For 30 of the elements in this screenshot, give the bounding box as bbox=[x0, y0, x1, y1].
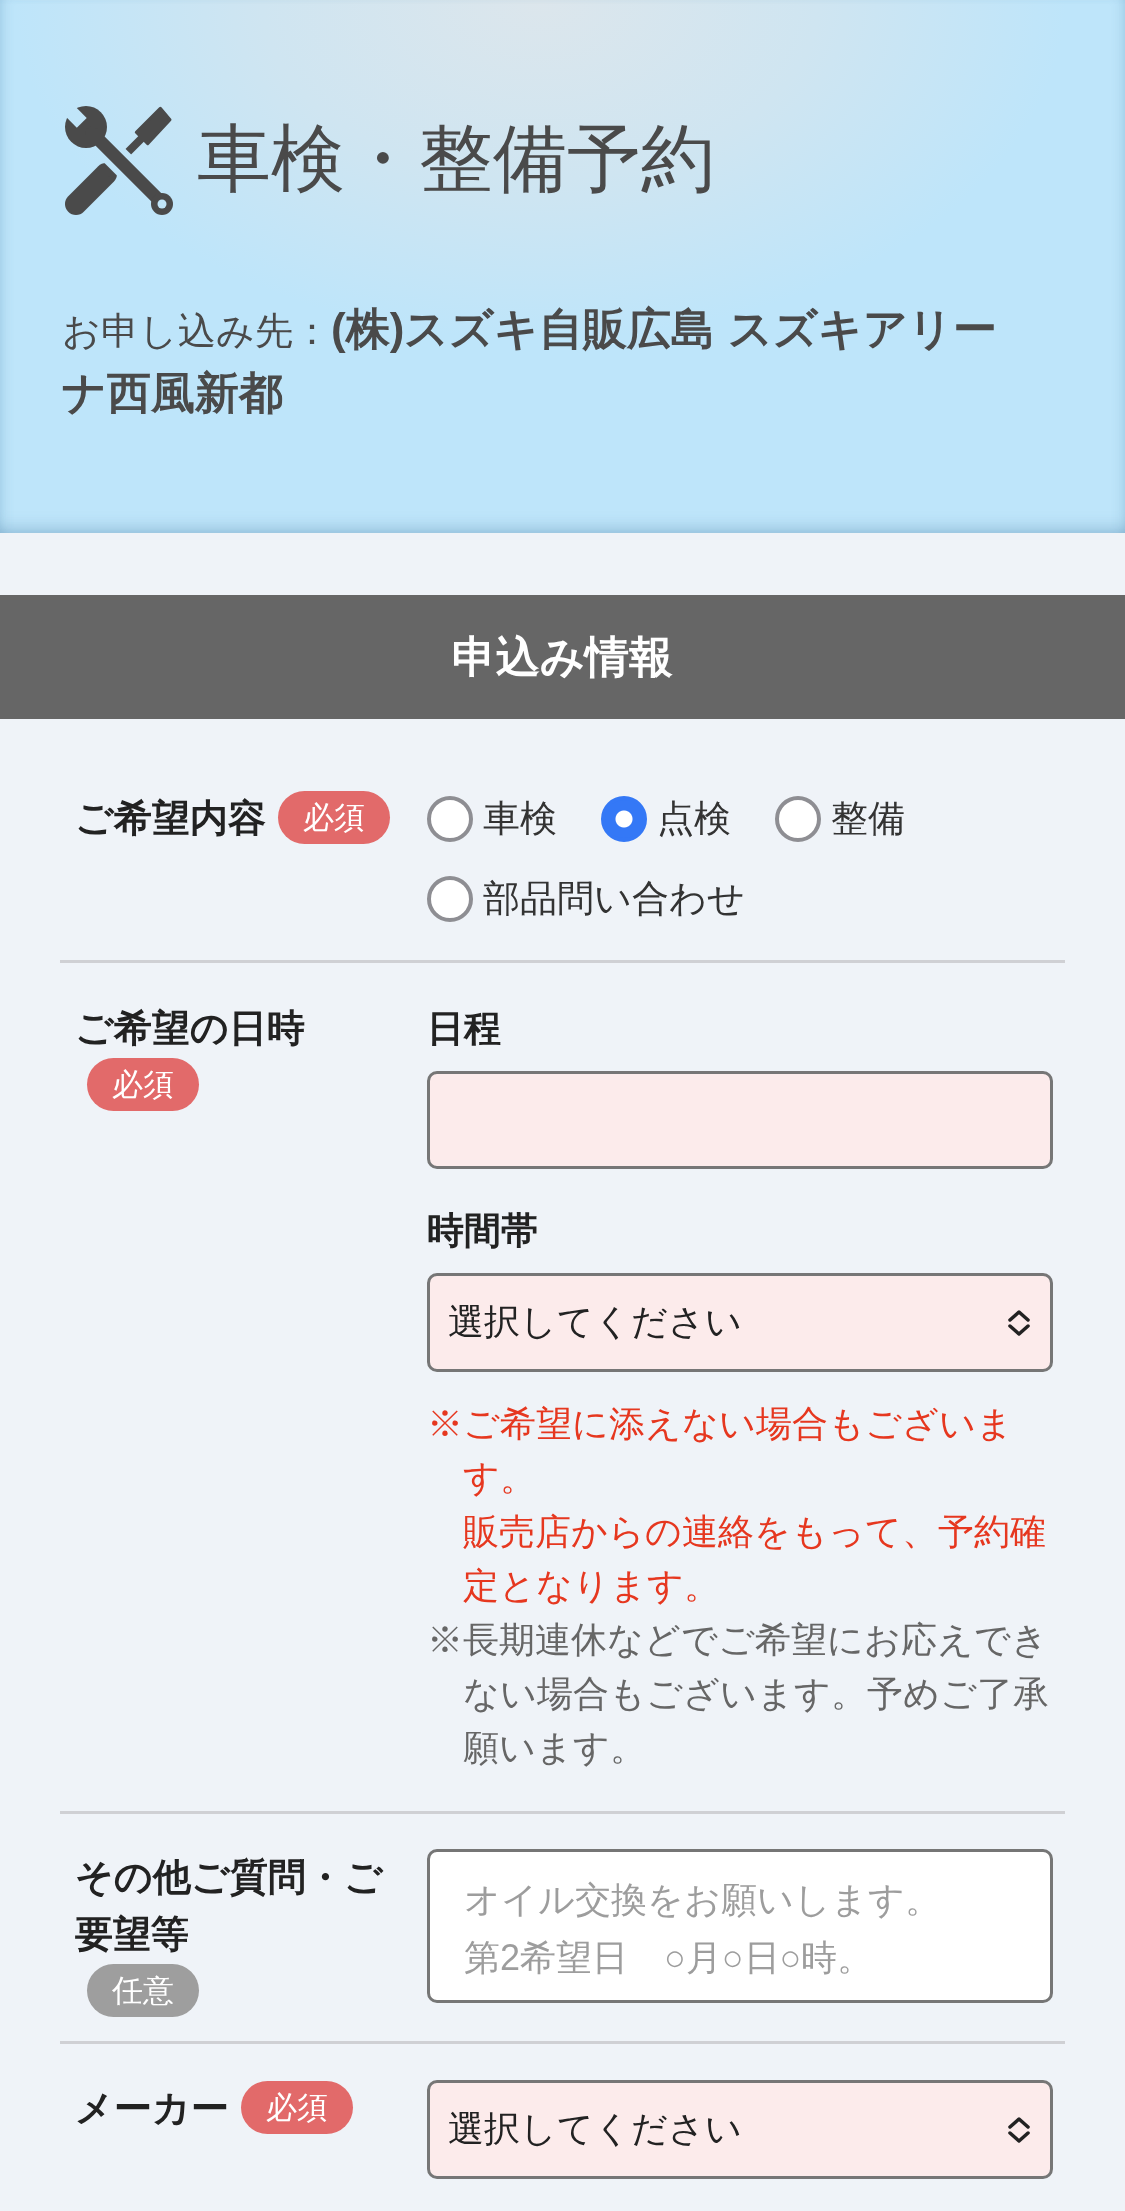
radio-button[interactable] bbox=[775, 795, 821, 842]
optional-tag: 任意 bbox=[87, 1964, 199, 2017]
select-field[interactable]: 選択してください bbox=[427, 1273, 1053, 1372]
radio-option[interactable]: 車検 bbox=[427, 790, 557, 847]
field-label: その他ご質問・ご要望等 bbox=[75, 1855, 384, 1957]
field-label: ご希望の日時 bbox=[75, 1006, 305, 1051]
radio-option[interactable]: 整備 bbox=[775, 790, 905, 847]
radio-button[interactable] bbox=[427, 795, 473, 842]
field-label: ご希望内容 bbox=[75, 796, 266, 841]
radio-button[interactable] bbox=[427, 875, 473, 922]
required-tag: 必須 bbox=[241, 2081, 353, 2134]
radio-option[interactable]: 点検 bbox=[601, 790, 731, 847]
chevron-updown-icon bbox=[1006, 1308, 1032, 1337]
applicant-text: お申し込み先：(株)スズキ自販広島 スズキアリーナ西風新都 bbox=[62, 303, 998, 419]
warning-note: ※ご希望に添えない場合もございます。 bbox=[427, 1402, 1014, 1500]
page-title: 車検・整備予約 bbox=[197, 116, 715, 203]
field-label: 時間帯 bbox=[427, 1209, 539, 1253]
required-tag: 必須 bbox=[278, 791, 390, 844]
warning-note: 販売店からの連絡をもって、予約確定となります。 bbox=[462, 1510, 1047, 1608]
select-field[interactable]: 選択してください bbox=[427, 2080, 1053, 2179]
radio-option[interactable]: 部品問い合わせ bbox=[427, 870, 745, 927]
radio-button[interactable] bbox=[601, 795, 647, 842]
date-field[interactable] bbox=[427, 1071, 1053, 1169]
section-title: 申込み情報 bbox=[0, 595, 1125, 719]
info-note: ※長期連休などでご希望にお応えできない場合もございます。予めご了承願います。 bbox=[427, 1618, 1050, 1770]
required-tag: 必須 bbox=[87, 1058, 199, 1111]
field-label: メーカー bbox=[75, 2086, 229, 2131]
chevron-updown-icon bbox=[1006, 2115, 1032, 2144]
field-label: 日程 bbox=[427, 1007, 502, 1051]
request-textarea[interactable]: オイル交換をお願いします。第2希望日 ○月○日○時。 bbox=[427, 1849, 1053, 2003]
